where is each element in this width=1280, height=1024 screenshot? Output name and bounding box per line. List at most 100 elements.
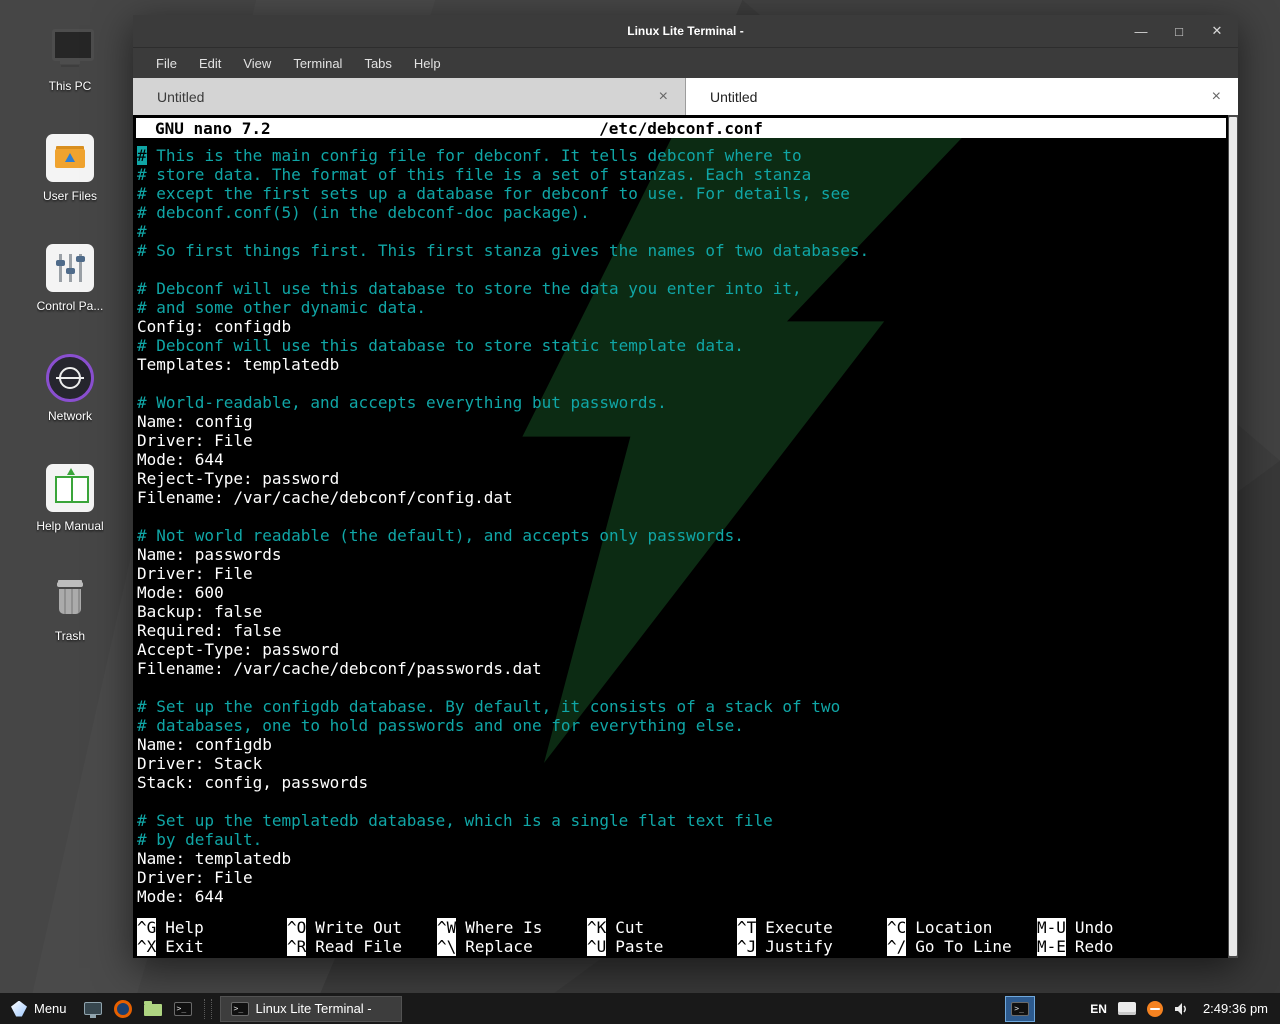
launcher-monitor-button[interactable]	[80, 996, 106, 1021]
nano-editor: GNU nano 7.2 /etc/debconf.conf # This is…	[133, 115, 1238, 958]
shortcut-key: ^X	[137, 937, 156, 956]
terminal-tab-1[interactable]: Untitled×	[133, 78, 686, 115]
desktop-icon-trash[interactable]: Trash	[18, 574, 122, 660]
taskbar-window-label: Linux Lite Terminal -	[256, 1001, 372, 1016]
nano-shortcut-where-is: ^WWhere Is	[437, 918, 587, 937]
nano-filename: /etc/debconf.conf	[136, 119, 1226, 138]
nano-line	[137, 792, 1238, 811]
scrollbar-thumb[interactable]	[1229, 117, 1237, 956]
system-tray: EN 2:49:36 pm	[1005, 996, 1274, 1022]
nano-titlebar: GNU nano 7.2 /etc/debconf.conf	[136, 118, 1226, 138]
clock[interactable]: 2:49:36 pm	[1203, 1001, 1268, 1016]
terminal-viewport[interactable]: GNU nano 7.2 /etc/debconf.conf # This is…	[133, 115, 1238, 958]
menu-item-edit[interactable]: Edit	[188, 48, 232, 78]
nano-line	[137, 678, 1238, 697]
nano-shortcut-read-file: ^RRead File	[287, 937, 437, 956]
nano-line	[137, 374, 1238, 393]
nano-line: Driver: File	[137, 868, 1238, 887]
nano-line: # and some other dynamic data.	[137, 298, 1238, 317]
shortcut-label: Redo	[1075, 937, 1114, 956]
desktop-icon-network[interactable]: Network	[18, 354, 122, 440]
maximize-button[interactable]: □	[1172, 24, 1186, 39]
shortcut-label: Paste	[615, 937, 663, 956]
desktop-icon-label: Help Manual	[36, 519, 103, 533]
nano-line: #	[137, 222, 1238, 241]
tab-label: Untitled	[710, 89, 1207, 105]
terminal-scrollbar[interactable]	[1228, 115, 1238, 958]
tabbar: Untitled×Untitled×	[133, 78, 1238, 115]
menu-item-terminal[interactable]: Terminal	[282, 48, 353, 78]
shortcut-key: ^T	[737, 918, 756, 937]
shortcut-key: ^U	[587, 937, 606, 956]
shortcut-label: Location	[915, 918, 992, 937]
nano-line: Accept-Type: password	[137, 640, 1238, 659]
terminal-icon	[1011, 1002, 1029, 1016]
terminal-tab-2[interactable]: Untitled×	[686, 78, 1238, 115]
nano-line: Driver: File	[137, 564, 1238, 583]
nano-line: Name: config	[137, 412, 1238, 431]
shortcut-label: Write Out	[315, 918, 402, 937]
shortcut-key: ^/	[887, 937, 906, 956]
keyboard-icon[interactable]	[1118, 1002, 1136, 1015]
tray-terminal-indicator[interactable]	[1005, 996, 1035, 1022]
tab-close-icon[interactable]: ×	[1207, 88, 1226, 106]
desktop-icon-control-panel[interactable]: Control Pa...	[18, 244, 122, 330]
shortcut-key: ^R	[287, 937, 306, 956]
minimize-button[interactable]: —	[1134, 24, 1148, 39]
nano-line: Filename: /var/cache/debconf/config.dat	[137, 488, 1238, 507]
desktop-icon-label: Control Pa...	[37, 299, 104, 313]
taskbar-window-button[interactable]: Linux Lite Terminal -	[220, 996, 402, 1022]
desktop-icon-this-pc[interactable]: This PC	[18, 24, 122, 110]
desktop-icon-label: This PC	[49, 79, 92, 93]
shortcut-label: Replace	[465, 937, 532, 956]
menu-item-tabs[interactable]: Tabs	[353, 48, 402, 78]
keyboard-layout-label[interactable]: EN	[1090, 1002, 1107, 1016]
tab-close-icon[interactable]: ×	[654, 88, 673, 106]
files-icon	[144, 1004, 162, 1016]
updates-icon[interactable]	[1147, 1001, 1163, 1017]
volume-icon[interactable]	[1174, 1002, 1190, 1016]
nano-line: Mode: 644	[137, 450, 1238, 469]
userfiles-icon	[46, 134, 94, 182]
desktop-icons: This PC User Files Control Pa... Network Hel…	[18, 24, 122, 660]
shortcut-key: ^O	[287, 918, 306, 937]
nano-line: # by default.	[137, 830, 1238, 849]
window-controls: — □ ✕	[1134, 15, 1224, 47]
nano-shortcut-cut: ^KCut	[587, 918, 737, 937]
nano-line: # This is the main config file for debco…	[137, 146, 1238, 165]
launcher-firefox-button[interactable]	[110, 996, 136, 1021]
nano-shortcut-paste: ^U Paste	[587, 937, 737, 956]
nano-line	[137, 507, 1238, 526]
desktop-icon-help-manual[interactable]: Help Manual	[18, 464, 122, 550]
nano-cursor: #	[137, 146, 147, 165]
shortcut-label: Justify	[765, 937, 832, 956]
menu-button-label: Menu	[34, 1001, 67, 1016]
close-button[interactable]: ✕	[1210, 23, 1224, 39]
nano-shortcut-redo: M-ERedo	[1037, 937, 1187, 956]
shortcut-key: ^J	[737, 937, 756, 956]
taskbar-separator	[204, 999, 212, 1019]
desktop-icon-label: User Files	[43, 189, 97, 203]
trash-icon	[46, 574, 94, 622]
menu-item-help[interactable]: Help	[403, 48, 452, 78]
desktop-icon-user-files[interactable]: User Files	[18, 134, 122, 220]
nano-shortcut-execute: ^TExecute	[737, 918, 887, 937]
menu-item-file[interactable]: File	[145, 48, 188, 78]
shortcut-label: Undo	[1075, 918, 1114, 937]
menu-button[interactable]: Menu	[6, 995, 77, 1022]
launcher-files-button[interactable]	[140, 996, 166, 1021]
nano-shortcut-justify: ^J Justify	[737, 937, 887, 956]
shortcut-key: ^C	[887, 918, 906, 937]
launcher-terminal-button[interactable]	[170, 996, 196, 1021]
terminal-icon	[174, 1002, 192, 1016]
nano-line: Mode: 600	[137, 583, 1238, 602]
shortcut-label: Go To Line	[915, 937, 1011, 956]
nano-line: Name: passwords	[137, 545, 1238, 564]
window-titlebar[interactable]: Linux Lite Terminal - — □ ✕	[133, 15, 1238, 48]
linux-lite-menu-icon	[11, 1001, 27, 1017]
nano-line: # store data. The format of this file is…	[137, 165, 1238, 184]
menubar: FileEditViewTerminalTabsHelp	[133, 48, 1238, 78]
menu-item-view[interactable]: View	[232, 48, 282, 78]
nano-shortcut-location: ^C Location	[887, 918, 1037, 937]
shortcut-label: Where Is	[465, 918, 542, 937]
